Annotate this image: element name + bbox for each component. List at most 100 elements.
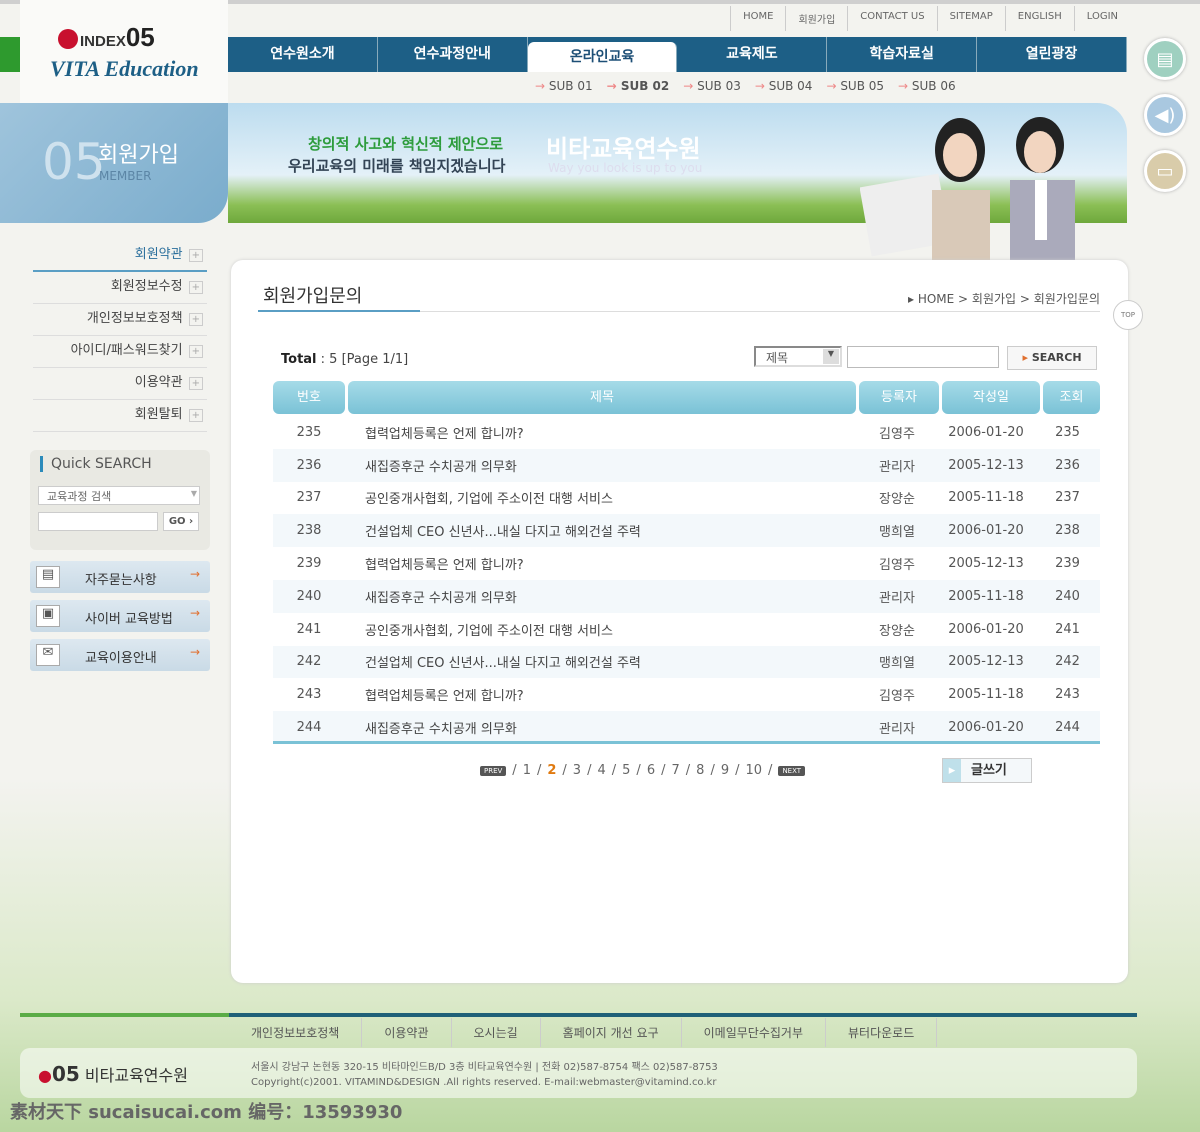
logo[interactable]: INDEX05 VITA Education	[20, 0, 228, 103]
prev-button[interactable]: PREV	[480, 765, 507, 776]
util-link[interactable]: SITEMAP	[936, 6, 1005, 31]
next-button[interactable]: NEXT	[778, 765, 806, 776]
footer-link[interactable]: 홈페이지 개선 요구	[541, 1018, 682, 1047]
footer-link[interactable]: 개인정보보호정책	[229, 1018, 363, 1047]
cell-title[interactable]: 새집증후군 수치공개 의무화	[345, 456, 857, 475]
side-menu-item[interactable]: 아이디/패스워드찾기 +	[33, 336, 207, 368]
table-row[interactable]: 237 공인중개사협회, 기업에 주소이전 대행 서비스 장양순 2005-11-18…	[273, 482, 1100, 515]
footer-link[interactable]: 오시는길	[452, 1018, 541, 1047]
table-row[interactable]: 236 새집증후군 수치공개 의무화 관리자 2005-12-13 236	[273, 448, 1100, 482]
write-button[interactable]: 글쓰기	[942, 758, 1032, 783]
search-field-select[interactable]: 제목 ▼	[754, 346, 842, 367]
column-header[interactable]: 조회	[1043, 381, 1100, 414]
nav-tab[interactable]: 온라인교육	[527, 42, 678, 72]
column-header[interactable]: 등록자	[859, 381, 939, 414]
page-separator: /	[768, 763, 773, 778]
top-button[interactable]: TOP	[1113, 300, 1143, 330]
page-link[interactable]: 6	[647, 763, 655, 778]
go-label: GO	[168, 516, 186, 527]
arrow-icon: →	[535, 79, 549, 93]
cell-title[interactable]: 협력업체등록은 언제 합니까?	[345, 423, 857, 442]
plus-icon: +	[188, 345, 203, 358]
cell-views: 239	[1055, 556, 1080, 572]
footer-link[interactable]: 뷰터다운로드	[826, 1018, 938, 1047]
cell-title[interactable]: 건설업체 CEO 신년사...내실 다지고 해외건설 주력	[345, 521, 857, 540]
search-input[interactable]	[847, 346, 999, 368]
nav-tab[interactable]: 연수원소개	[228, 37, 378, 72]
page-link[interactable]: 3	[573, 763, 581, 778]
column-header[interactable]: 번호	[273, 381, 345, 414]
document-icon[interactable]: ▤	[1144, 38, 1186, 80]
cell-views: 236	[1055, 457, 1080, 473]
subnav-item[interactable]: → SUB 03	[683, 79, 741, 93]
cell-no: 238	[296, 523, 322, 539]
page-link[interactable]: 4	[597, 763, 605, 778]
column-header[interactable]: 제목	[348, 381, 856, 414]
cell-date: 2005-11-18	[948, 588, 1024, 604]
cell-title[interactable]: 협력업체등록은 언제 합니까?	[345, 685, 857, 704]
course-select[interactable]: 교육과정 검색 ▼	[38, 486, 200, 505]
watermark: 素材天下 sucaisucai.com 编号：13593930	[10, 1102, 403, 1123]
cell-title[interactable]: 새집증후군 수치공개 의무화	[345, 718, 857, 737]
side-menu-item[interactable]: 회원탈퇴 +	[33, 400, 207, 432]
cell-date: 2005-11-18	[948, 687, 1024, 703]
footer-link[interactable]: 이용약관	[362, 1018, 452, 1047]
footer-link[interactable]: 이메일무단수집거부	[682, 1018, 826, 1047]
print-icon[interactable]: ▭	[1144, 150, 1186, 192]
page-link[interactable]: 7	[671, 763, 679, 778]
cell-title[interactable]: 공인중개사협회, 기업에 주소이전 대행 서비스	[345, 620, 857, 639]
document-icon: ▤	[36, 566, 60, 588]
table-row[interactable]: 238 건설업체 CEO 신년사...내실 다지고 해외건설 주력 맹희열 2006-…	[273, 514, 1100, 548]
subnav-item[interactable]: → SUB 01	[535, 79, 593, 93]
util-link[interactable]: LOGIN	[1073, 6, 1130, 31]
search-field-value: 제목	[766, 351, 789, 365]
banner-tagline: Way you look is up to you	[548, 161, 703, 175]
quick-link[interactable]: ▤ 자주묻는사항 →	[30, 561, 210, 593]
page-separator: /	[562, 763, 567, 778]
table-row[interactable]: 235 협력업체등록은 언제 합니까? 김영주 2006-01-20 235	[273, 416, 1100, 449]
cell-no: 235	[296, 424, 322, 440]
util-link[interactable]: ENGLISH	[1004, 6, 1074, 31]
column-header[interactable]: 작성일	[942, 381, 1040, 414]
side-menu-item[interactable]: 회원정보수정 +	[33, 272, 207, 304]
subnav-item[interactable]: → SUB 02	[607, 79, 670, 93]
page-link[interactable]: 8	[696, 763, 704, 778]
subnav-label: SUB 03	[697, 79, 741, 93]
cell-views: 243	[1055, 687, 1080, 703]
side-menu-item[interactable]: 회원약관 +	[33, 240, 207, 272]
page-link[interactable]: 10	[746, 763, 763, 778]
side-menu-item[interactable]: 이용약관 +	[33, 368, 207, 400]
nav-tab[interactable]: 학습자료실	[827, 37, 978, 72]
util-link[interactable]: CONTACT US	[847, 6, 936, 31]
nav-tab[interactable]: 교육제도	[677, 37, 828, 72]
util-link[interactable]: HOME	[730, 6, 785, 31]
quick-search-input[interactable]	[38, 512, 158, 531]
cell-title[interactable]: 건설업체 CEO 신년사...내실 다지고 해외건설 주력	[345, 652, 857, 671]
table-row[interactable]: 240 새집증후군 수치공개 의무화 관리자 2005-11-18 240	[273, 579, 1100, 613]
table-row[interactable]: 239 협력업체등록은 언제 합니까? 김영주 2005-12-13 239	[273, 547, 1100, 580]
subnav-item[interactable]: → SUB 04	[755, 79, 813, 93]
nav-tab[interactable]: 연수과정안내	[378, 37, 528, 72]
page-link[interactable]: 9	[721, 763, 729, 778]
page-link[interactable]: 2	[547, 763, 556, 778]
table-row[interactable]: 244 새집증후군 수치공개 의무화 관리자 2006-01-20 244	[273, 711, 1100, 744]
table-row[interactable]: 243 협력업체등록은 언제 합니까? 김영주 2005-11-18 243	[273, 678, 1100, 711]
quick-link[interactable]: ✉ 교육이용안내 →	[30, 639, 210, 671]
table-row[interactable]: 242 건설업체 CEO 신년사...내실 다지고 해외건설 주력 맹희열 2005-…	[273, 645, 1100, 679]
cell-title[interactable]: 공인중개사협회, 기업에 주소이전 대행 서비스	[345, 488, 857, 507]
subnav-item[interactable]: → SUB 05	[826, 79, 884, 93]
logo-brand: VITA Education	[50, 56, 199, 81]
side-menu-item[interactable]: 개인정보보호정책 +	[33, 304, 207, 336]
page-link[interactable]: 5	[622, 763, 630, 778]
cell-title[interactable]: 새집증후군 수치공개 의무화	[345, 587, 857, 606]
quick-link[interactable]: ▣ 사이버 교육방법 →	[30, 600, 210, 632]
speaker-icon[interactable]: ◀)	[1144, 94, 1186, 136]
go-button[interactable]: GO ›	[163, 512, 199, 531]
table-row[interactable]: 241 공인중개사협회, 기업에 주소이전 대행 서비스 장양순 2006-01-20…	[273, 613, 1100, 646]
util-link[interactable]: 회원가입	[785, 6, 847, 31]
page-link[interactable]: 1	[523, 763, 531, 778]
nav-tab[interactable]: 열린광장	[977, 37, 1127, 72]
subnav-item[interactable]: → SUB 06	[898, 79, 956, 93]
search-button[interactable]: ▸ SEARCH	[1007, 346, 1097, 370]
cell-title[interactable]: 협력업체등록은 언제 합니까?	[345, 554, 857, 573]
